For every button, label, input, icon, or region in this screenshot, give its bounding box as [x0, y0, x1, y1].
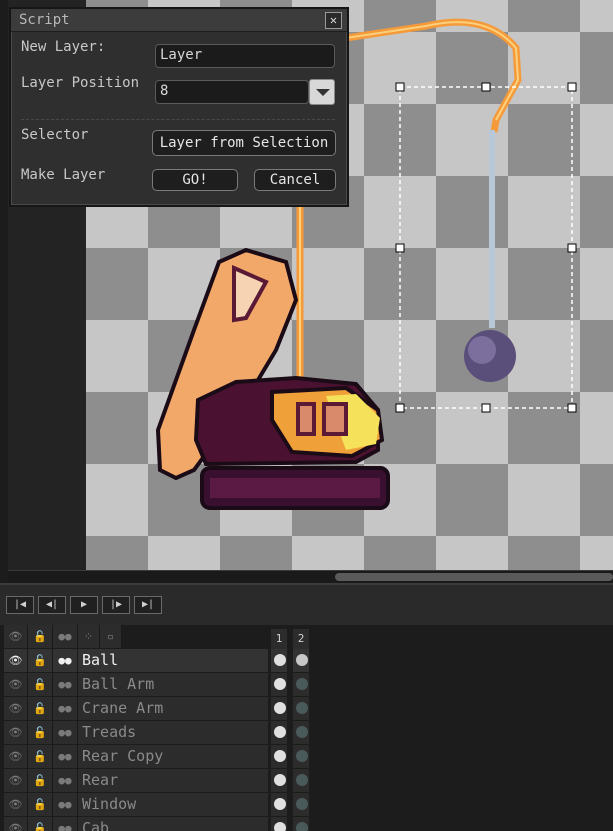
layer-name[interactable]: Rear Copy — [78, 745, 268, 768]
eye-icon[interactable]: 👁 — [4, 817, 28, 831]
dialog-title: Script — [19, 12, 70, 28]
layer-name[interactable]: Ball — [78, 649, 268, 672]
last-frame-button[interactable]: ▶| — [134, 596, 162, 614]
eye-icon[interactable]: 👁 — [4, 673, 28, 696]
lock-icon[interactable]: 🔓 — [28, 673, 53, 696]
dropdown-arrow-icon[interactable] — [309, 79, 335, 105]
cel-2[interactable] — [293, 817, 309, 831]
dialog-title-bar[interactable]: Script — [11, 9, 347, 32]
first-frame-button[interactable]: |◀ — [6, 596, 34, 614]
layer-position-select[interactable]: 8 — [155, 80, 309, 104]
layer-name[interactable]: Crane Arm — [78, 697, 268, 720]
tilemap-icon[interactable]: ⁘ — [78, 625, 100, 648]
link-icon[interactable]: ●● — [53, 817, 78, 831]
eye-icon[interactable]: 👁 — [4, 793, 28, 816]
layer-name[interactable]: Window — [78, 793, 268, 816]
eye-icon[interactable]: 👁 — [4, 745, 28, 768]
eye-icon[interactable]: 👁 — [4, 769, 28, 792]
frame-header-2[interactable]: 2 — [293, 629, 309, 649]
ball-arm — [489, 130, 495, 328]
eye-icon[interactable]: 👁 — [4, 721, 28, 744]
eye-icon[interactable]: 👁 — [4, 697, 28, 720]
cel-2[interactable] — [293, 745, 309, 768]
cel-2[interactable] — [293, 793, 309, 816]
horizontal-scrollbar-thumb[interactable] — [335, 573, 613, 581]
cel-1[interactable] — [271, 673, 287, 696]
layer-row[interactable]: 👁 🔓 ●● Ball Arm — [4, 673, 613, 697]
layer-name[interactable]: Rear — [78, 769, 268, 792]
cel-1[interactable] — [271, 697, 287, 720]
cel-1[interactable] — [271, 817, 287, 831]
link-icon[interactable]: ●● — [53, 769, 78, 792]
layer-name[interactable]: Ball Arm — [78, 673, 268, 696]
dialog-separator — [21, 119, 335, 120]
frame-header-1[interactable]: 1 — [271, 629, 287, 649]
lock-icon[interactable]: 🔓 — [28, 745, 53, 768]
play-button[interactable]: ▶ — [70, 596, 98, 614]
lock-icon[interactable]: 🔓 — [28, 721, 53, 744]
lock-icon[interactable]: 🔓 — [28, 625, 53, 648]
layer-row[interactable]: 👁 🔓 ●● Rear — [4, 769, 613, 793]
layer-name[interactable]: Treads — [78, 721, 268, 744]
layer-row[interactable]: 👁 🔓 ●● Window — [4, 793, 613, 817]
lock-icon[interactable]: 🔓 — [28, 649, 53, 672]
cel-1[interactable] — [271, 649, 287, 672]
link-icon[interactable]: ●● — [53, 793, 78, 816]
link-icon[interactable]: ●● — [53, 625, 78, 648]
lock-icon[interactable]: 🔓 — [28, 769, 53, 792]
layer-from-selection-button[interactable]: Layer from Selection — [152, 130, 336, 156]
cel-1[interactable] — [271, 745, 287, 768]
cel-1[interactable] — [271, 793, 287, 816]
link-icon[interactable]: ●● — [53, 697, 78, 720]
layer-row[interactable]: 👁 🔓 ●● Crane Arm — [4, 697, 613, 721]
link-icon[interactable]: ●● — [53, 649, 78, 672]
new-layer-input[interactable]: Layer — [155, 44, 335, 68]
cel-2[interactable] — [293, 697, 309, 720]
selector-label: Selector — [21, 127, 89, 143]
lock-icon[interactable]: 🔓 — [28, 697, 53, 720]
cel-1[interactable] — [271, 721, 287, 744]
cel-2[interactable] — [293, 673, 309, 696]
previous-frame-button[interactable]: ◀| — [38, 596, 66, 614]
layer-row[interactable]: 👁 🔓 ●● Treads — [4, 721, 613, 745]
lock-icon[interactable]: 🔓 — [28, 793, 53, 816]
next-frame-button[interactable]: |▶ — [102, 596, 130, 614]
layer-position-label: Layer Position — [21, 75, 140, 91]
lock-icon[interactable]: 🔓 — [28, 817, 53, 831]
layer-row[interactable]: 👁 🔓 ●● Cab — [4, 817, 613, 831]
go-button[interactable]: GO! — [152, 169, 238, 191]
layer-row[interactable]: 👁 🔓 ●● Rear Copy — [4, 745, 613, 769]
script-dialog: Script ✕ New Layer: Layer Layer Position… — [9, 7, 349, 207]
link-icon[interactable]: ●● — [53, 721, 78, 744]
link-icon[interactable]: ●● — [53, 745, 78, 768]
layer-name[interactable]: Cab — [78, 817, 268, 831]
link-icon[interactable]: ●● — [53, 673, 78, 696]
close-icon[interactable]: ✕ — [325, 12, 342, 29]
new-layer-label: New Layer: — [21, 39, 106, 55]
cel-2[interactable] — [293, 649, 309, 672]
layer-row[interactable]: 👁 🔓 ●● Ball — [4, 649, 613, 673]
eye-icon[interactable]: 👁 — [4, 649, 28, 672]
make-layer-label: Make Layer — [21, 167, 106, 183]
eye-icon[interactable]: 👁 — [4, 625, 28, 648]
cel-2[interactable] — [293, 721, 309, 744]
cancel-button[interactable]: Cancel — [254, 169, 336, 191]
reference-icon[interactable]: ▫ — [100, 625, 122, 648]
cel-2[interactable] — [293, 769, 309, 792]
cel-1[interactable] — [271, 769, 287, 792]
